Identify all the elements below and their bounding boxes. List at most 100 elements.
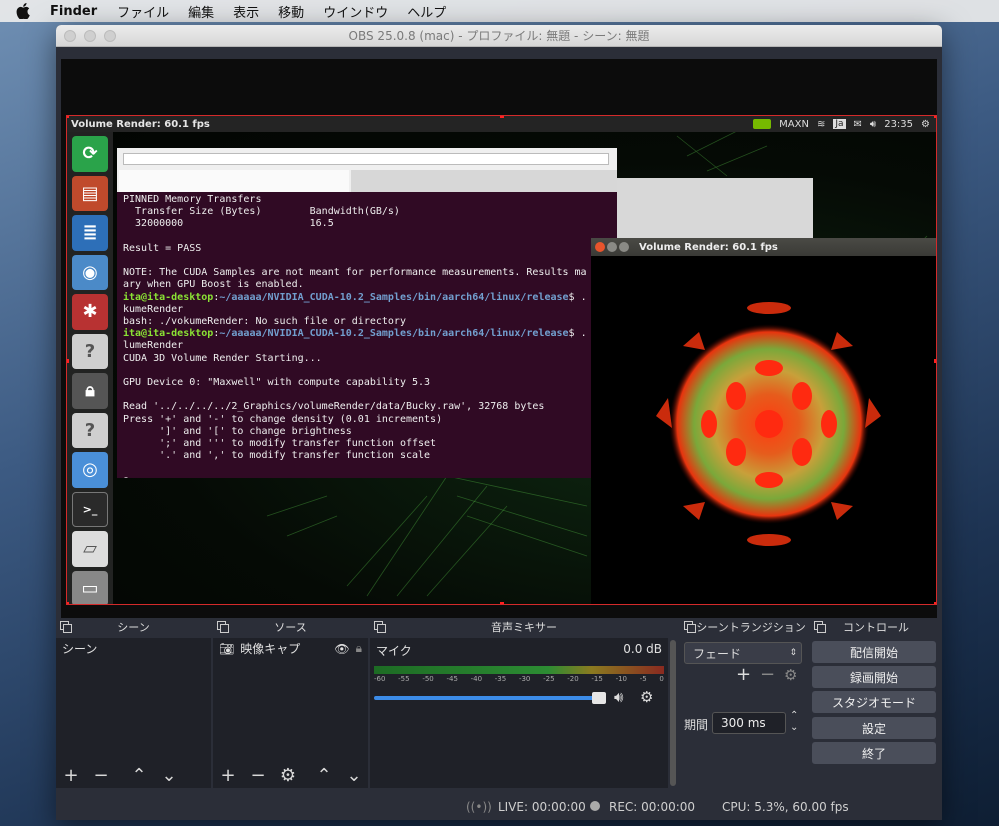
terminal-line: ';' and ''' to modify transfer function … xyxy=(123,438,437,450)
source-item[interactable]: 📷︎ 映像キャプ 👁︎ 🔒︎ xyxy=(213,638,368,659)
scenes-title: シーン xyxy=(117,621,150,634)
volume-slider-thumb[interactable] xyxy=(592,692,606,704)
terminal-line: Read '../../../../2_Graphics/volumeRende… xyxy=(123,401,545,413)
live-status: LIVE: 00:00:00 xyxy=(498,800,586,814)
sources-toolbar: + − ⚙ ⌃ ⌄ xyxy=(213,762,368,788)
exit-button[interactable]: 終了 xyxy=(812,742,936,764)
add-source-button[interactable]: + xyxy=(217,764,239,786)
terminal-line: Result = PASS xyxy=(123,242,202,254)
sources-title: ソース xyxy=(274,621,307,634)
terminal-line: GPU Device 0: "Maxwell" with compute cap… xyxy=(123,377,431,389)
mixer-track-name: マイク xyxy=(376,644,412,658)
source-properties-gear-icon[interactable]: ⚙ xyxy=(277,764,299,786)
vr-close-icon xyxy=(595,242,605,252)
terminal-line: CUDA 3D Volume Render Starting... xyxy=(123,352,322,364)
transition-gear-icon[interactable]: ⚙ xyxy=(784,666,797,684)
transition-select[interactable]: フェード ⇕ xyxy=(684,642,802,664)
lock-icon[interactable]: 🔒︎ xyxy=(356,641,362,656)
remove-transition-button[interactable]: − xyxy=(760,664,775,685)
volume-slider[interactable]: 🔊︎ ⚙ xyxy=(370,688,668,706)
launcher-lock-icon: 🔒︎ xyxy=(72,373,108,409)
undock-icon[interactable] xyxy=(374,621,386,633)
launcher-unknown-icon: ? xyxy=(72,333,108,369)
undock-icon[interactable] xyxy=(684,621,696,633)
settings-button[interactable]: 設定 xyxy=(812,717,936,739)
lang-indicator: Ja xyxy=(833,119,846,129)
menu-help[interactable]: ヘルプ xyxy=(407,2,446,21)
launcher-terminal-icon: >_ xyxy=(72,491,108,528)
sources-dock: ソース 📷︎ 映像キャプ 👁︎ 🔒︎ + − ⚙ ⌃ ⌄ xyxy=(213,618,368,794)
studio-mode-button[interactable]: スタジオモード xyxy=(812,691,936,713)
ubuntu-launcher: ⟳ ▤ ≣ ◉ ✱ ? 🔒︎ ? ◎ >_ ▱ ▭ xyxy=(67,132,113,604)
camera-icon: 📷︎ xyxy=(219,641,235,656)
terminal-line: Press '+' and '-' to change density (0.0… xyxy=(123,413,443,425)
nvidia-icon xyxy=(753,119,772,129)
menu-edit[interactable]: 編集 xyxy=(188,2,214,21)
speaker-icon[interactable]: 🔊︎ xyxy=(614,688,623,706)
vr-title: Volume Render: 60.1 fps xyxy=(639,241,778,253)
launcher-drive-icon: ▭ xyxy=(72,570,108,604)
dock-area: シーン シーン + − ⌃ ⌄ ソース 📷︎ 映像キャプ 👁︎ 🔒︎ + − ⚙… xyxy=(56,618,942,794)
duration-label: 期間 xyxy=(684,718,709,732)
updown-icon: ⇕ xyxy=(789,648,797,658)
terminal-line: PINNED Memory Transfers xyxy=(123,194,262,205)
terminal-line: ary when GPU Boost is enabled. xyxy=(123,279,304,291)
scene-item[interactable]: シーン xyxy=(56,638,211,659)
duration-stepper[interactable]: ⌃ ⌄ xyxy=(790,710,798,734)
launcher-files-icon: ▤ xyxy=(72,175,108,211)
undock-icon[interactable] xyxy=(60,621,72,633)
launcher-browser-icon: ◎ xyxy=(72,452,108,488)
preview-canvas[interactable]: Volume Render: 60.1 fps MAXN ≋ Ja ✉ 🔊︎ 2… xyxy=(61,59,937,627)
add-scene-button[interactable]: + xyxy=(60,764,82,786)
terminal-line: NOTE: The CUDA Samples are not meant for… xyxy=(123,267,587,279)
remove-source-button[interactable]: − xyxy=(247,764,269,786)
undock-icon[interactable] xyxy=(814,621,826,633)
terminal-output: PINNED Memory Transfers Transfer Size (B… xyxy=(117,192,617,478)
window-title: OBS 25.0.8 (mac) - プロファイル: 無題 - シーン: 無題 xyxy=(348,29,650,43)
ubuntu-top-bar: Volume Render: 60.1 fps MAXN ≋ Ja ✉ 🔊︎ 2… xyxy=(67,116,936,132)
terminal-line: ita@ita-desktop:~/aaaaa/NVIDIA_CUDA-10.2… xyxy=(123,291,587,303)
menu-window[interactable]: ウインドウ xyxy=(323,2,388,21)
scenes-toolbar: + − ⌃ ⌄ xyxy=(56,762,211,788)
volume-render-image xyxy=(656,302,881,546)
duration-input[interactable]: 300 ms xyxy=(712,712,786,734)
start-streaming-button[interactable]: 配信開始 xyxy=(812,641,936,663)
move-scene-down-button[interactable]: ⌄ xyxy=(158,764,180,786)
meter-ticks: -60 -55 -50 -45 -40 -35 -30 -25 -20 -15 -10 -5 0 xyxy=(374,675,664,683)
undock-icon[interactable] xyxy=(217,621,229,633)
controls-dock: コントロール 配信開始 録画開始 スタジオモード 設定 終了 xyxy=(810,618,942,794)
apple-icon[interactable] xyxy=(16,3,30,19)
start-recording-button[interactable]: 録画開始 xyxy=(812,666,936,688)
menu-app-name[interactable]: Finder xyxy=(50,4,97,19)
move-source-down-button[interactable]: ⌄ xyxy=(343,764,365,786)
mixer-gear-icon[interactable]: ⚙ xyxy=(640,688,653,706)
menu-file[interactable]: ファイル xyxy=(117,2,169,21)
move-scene-up-button[interactable]: ⌃ xyxy=(128,764,150,786)
scenes-dock: シーン シーン + − ⌃ ⌄ xyxy=(56,618,211,794)
screen-capture-source[interactable]: Volume Render: 60.1 fps MAXN ≋ Ja ✉ 🔊︎ 2… xyxy=(66,115,937,605)
background-window xyxy=(617,178,813,238)
mixer-scrollbar[interactable] xyxy=(670,640,676,786)
menu-view[interactable]: 表示 xyxy=(233,2,259,21)
remove-scene-button[interactable]: − xyxy=(90,764,112,786)
terminal-line: ita@ita-desktop:~/aaaaa/NVIDIA_CUDA-10.2… xyxy=(123,328,587,340)
status-bar: ((•)) LIVE: 00:00:00 REC: 00:00:00 CPU: … xyxy=(56,794,942,820)
rec-dot-icon xyxy=(590,801,600,811)
obs-window: OBS 25.0.8 (mac) - プロファイル: 無題 - シーン: 無題 xyxy=(56,25,942,820)
eye-icon[interactable]: 👁︎ xyxy=(334,642,349,656)
move-source-up-button[interactable]: ⌃ xyxy=(313,764,335,786)
volume-meter xyxy=(374,666,664,674)
menu-go[interactable]: 移動 xyxy=(278,2,304,21)
launcher-disk-icon: ▱ xyxy=(72,531,108,567)
add-transition-button[interactable]: + xyxy=(736,664,751,685)
terminal-line: Transfer Size (Bytes) Bandwidth(GB/s) xyxy=(123,206,400,218)
terminal-line: '.' and ',' to modify transfer function … xyxy=(123,450,431,462)
title-bar: OBS 25.0.8 (mac) - プロファイル: 無題 - シーン: 無題 xyxy=(56,25,942,47)
terminal-line: bash: ./vokumeRender: No such file or di… xyxy=(123,316,406,328)
volume-icon: 🔊︎ xyxy=(869,118,877,130)
launcher-unknown2-icon: ? xyxy=(72,412,108,448)
transitions-dock: シーントランジション フェード ⇕ + − ⚙ 期間 300 ms ⌃ ⌄ xyxy=(680,618,808,794)
